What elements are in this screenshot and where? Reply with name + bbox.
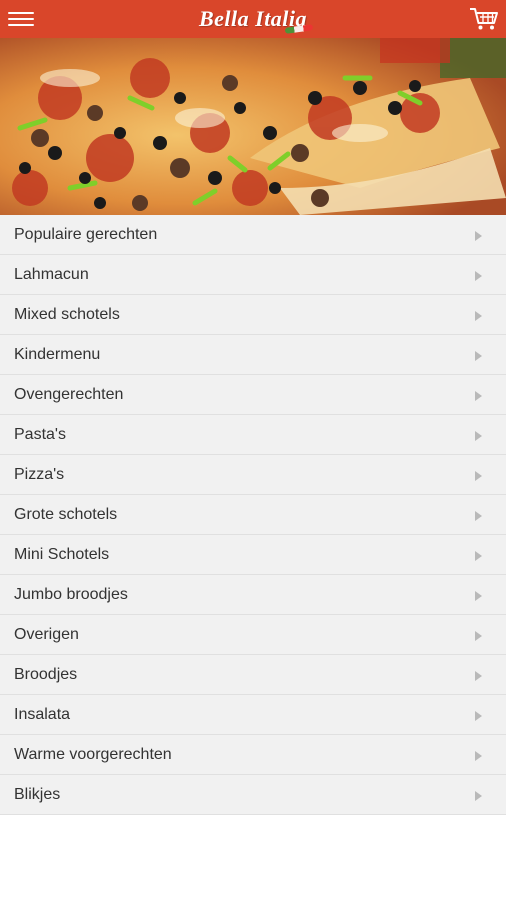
category-label: Overigen — [14, 625, 79, 643]
category-label: Blikjes — [14, 785, 61, 803]
chevron-right-icon — [475, 670, 482, 681]
category-label: Mini Schotels — [14, 545, 110, 563]
category-label: Broodjes — [14, 665, 78, 683]
category-label: Warme voorgerechten — [14, 745, 172, 763]
category-list: Populaire gerechten Lahmacun Mixed schot… — [0, 215, 506, 815]
category-row-warme-voorgerechten[interactable]: Warme voorgerechten — [0, 735, 506, 775]
category-label: Jumbo broodjes — [14, 585, 128, 603]
category-row-lahmacun[interactable]: Lahmacun — [0, 255, 506, 295]
category-row-ovengerechten[interactable]: Ovengerechten — [0, 375, 506, 415]
chevron-right-icon — [475, 590, 482, 601]
chevron-right-icon — [475, 430, 482, 441]
chevron-right-icon — [475, 390, 482, 401]
category-row-grote-schotels[interactable]: Grote schotels — [0, 495, 506, 535]
category-row-blikjes[interactable]: Blikjes — [0, 775, 506, 815]
category-label: Pasta's — [14, 425, 66, 443]
category-row-overigen[interactable]: Overigen — [0, 615, 506, 655]
category-label: Kindermenu — [14, 345, 101, 363]
hamburger-menu-icon[interactable] — [8, 7, 34, 31]
category-row-kindermenu[interactable]: Kindermenu — [0, 335, 506, 375]
chevron-right-icon — [475, 550, 482, 561]
hero-pizza-image — [0, 38, 506, 215]
chevron-right-icon — [475, 350, 482, 361]
category-label: Pizza's — [14, 465, 65, 483]
brand-logo: Bella Italia — [199, 4, 314, 34]
chevron-right-icon — [475, 270, 482, 281]
category-row-jumbo-broodjes[interactable]: Jumbo broodjes — [0, 575, 506, 615]
category-row-pastas[interactable]: Pasta's — [0, 415, 506, 455]
shopping-cart-icon[interactable] — [468, 4, 500, 34]
category-row-populaire-gerechten[interactable]: Populaire gerechten — [0, 215, 506, 255]
category-label: Mixed schotels — [14, 305, 120, 323]
category-row-mini-schotels[interactable]: Mini Schotels — [0, 535, 506, 575]
chevron-right-icon — [475, 230, 482, 241]
top-app-bar: Bella Italia — [0, 0, 506, 38]
chevron-right-icon — [475, 470, 482, 481]
chevron-right-icon — [475, 790, 482, 801]
category-row-mixed-schotels[interactable]: Mixed schotels — [0, 295, 506, 335]
category-row-pizzas[interactable]: Pizza's — [0, 455, 506, 495]
chevron-right-icon — [475, 630, 482, 641]
chevron-right-icon — [475, 510, 482, 521]
category-label: Lahmacun — [14, 265, 89, 283]
chevron-right-icon — [475, 750, 482, 761]
category-label: Ovengerechten — [14, 385, 124, 403]
category-label: Grote schotels — [14, 505, 118, 523]
chevron-right-icon — [475, 710, 482, 721]
category-row-insalata[interactable]: Insalata — [0, 695, 506, 735]
category-label: Populaire gerechten — [14, 225, 158, 243]
category-row-broodjes[interactable]: Broodjes — [0, 655, 506, 695]
chevron-right-icon — [475, 310, 482, 321]
category-label: Insalata — [14, 705, 71, 723]
